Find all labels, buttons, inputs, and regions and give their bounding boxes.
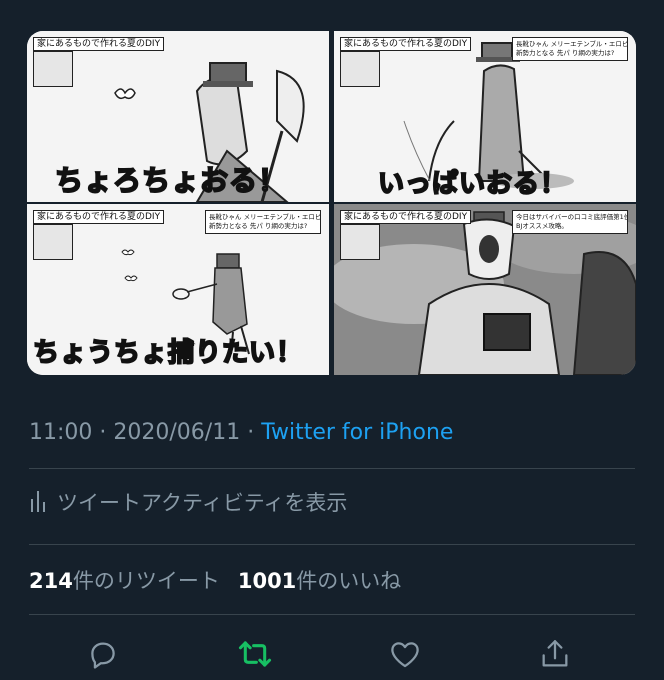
info-line: 今日はサバイバーの口コミ底評価第1位! [516, 213, 628, 221]
tweet-date[interactable]: 2020/06/11 [113, 420, 240, 445]
like-count-link[interactable]: 1001件のいいね [238, 565, 401, 595]
like-button[interactable] [385, 636, 425, 676]
share-icon [538, 637, 572, 675]
panel-info-box: 長靴ひゃん メリーエテンブル・エロピー対策用! 新勢力となる 先パ り網の実力は… [512, 37, 628, 61]
info-line: 新勢力となる 先パ り網の実力は? [516, 49, 615, 57]
meta-separator: · [240, 420, 262, 445]
sound-effect-text: ちょうちょ捕りたい！ [32, 337, 304, 369]
info-line: 新勢力となる 先パ り網の実力は? [209, 222, 308, 230]
retweet-label: 件のリツイート [72, 569, 220, 593]
tweet-action-bar [29, 632, 635, 676]
host-portrait [33, 224, 73, 260]
tweet-stats: 214件のリツイート 1001件のいいね [29, 565, 401, 595]
divider [29, 468, 635, 469]
sound-effect-text: いっぱいおる！ [377, 168, 568, 200]
retweet-count-link[interactable]: 214件のリツイート [29, 565, 220, 595]
media-image-4[interactable]: 家にあるもので作れる夏のDIY 今日はサバイバーの口コミ底評価第1位! BJオス… [334, 204, 636, 375]
tweet-source-link[interactable]: Twitter for iPhone [261, 420, 453, 445]
tweet-activity-label: ツイートアクティビティを表示 [57, 491, 348, 515]
sound-effect-text: ちょろちょおる！ [54, 163, 288, 198]
panel-info-box: 今日はサバイバーの口コミ底評価第1位! BJオススメ攻略。 [512, 210, 628, 234]
panel-caption: 家にあるもので作れる夏のDIY [340, 210, 472, 224]
like-label: 件のいいね [296, 569, 402, 593]
media-image-2[interactable]: 家にあるもので作れる夏のDIY 長靴ひゃん メリーエテンブル・エロピー対策用! … [334, 31, 636, 202]
host-portrait [33, 51, 73, 87]
like-count: 1001 [237, 569, 297, 593]
panel-caption: 家にあるもので作れる夏のDIY [340, 37, 472, 51]
divider [29, 544, 635, 545]
bar-chart-icon [29, 487, 47, 518]
tweet-timestamp-line: 11:00 · 2020/06/11 · Twitter for iPhone [29, 419, 453, 447]
panel-caption: 家にあるもので作れる夏のDIY [33, 37, 165, 51]
meta-separator: · [92, 420, 114, 445]
tweet-time[interactable]: 11:00 [29, 420, 92, 445]
reply-button[interactable] [83, 636, 123, 676]
tweet-media-grid: 家にあるもので作れる夏のDIY ちょろちょおる！ 家にあるもので作れる夏のDIY… [27, 31, 636, 375]
retweet-button[interactable] [235, 636, 275, 676]
retweet-count: 214 [29, 569, 73, 593]
tweet-activity-link[interactable]: ツイートアクティビティを表示 [29, 486, 347, 518]
info-line: BJオススメ攻略。 [516, 222, 568, 230]
retweet-icon [237, 637, 273, 675]
panel-caption: 家にあるもので作れる夏のDIY [33, 210, 165, 224]
info-line: 長靴ひゃん メリーエテンブル・エロピー対策用! [209, 213, 321, 221]
panel-info-box: 長靴ひゃん メリーエテンブル・エロピー対策用! 新勢力となる 先パ り網の実力は… [205, 210, 321, 234]
info-line: 長靴ひゃん メリーエテンブル・エロピー対策用! [516, 40, 628, 48]
reply-icon [86, 637, 120, 675]
heart-icon [388, 637, 422, 675]
media-image-1[interactable]: 家にあるもので作れる夏のDIY ちょろちょおる！ [27, 31, 329, 202]
share-button[interactable] [535, 636, 575, 676]
divider [29, 614, 635, 615]
host-portrait [340, 51, 380, 87]
media-image-3[interactable]: 家にあるもので作れる夏のDIY 長靴ひゃん メリーエテンブル・エロピー対策用! … [27, 204, 329, 375]
host-portrait [340, 224, 380, 260]
